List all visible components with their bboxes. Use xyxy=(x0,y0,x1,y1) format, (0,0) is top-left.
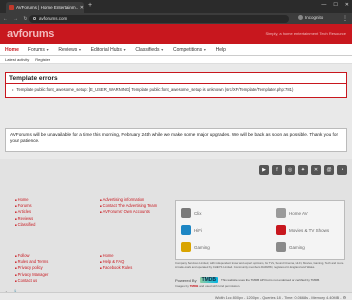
error-message-row: • Template public:font_awesome_setup: [E… xyxy=(6,84,346,95)
footer-links-legal: Follow Rules and Terms Privacy policy Pr… xyxy=(15,253,49,284)
movies-icon xyxy=(276,225,286,235)
nav-reviews[interactable]: Reviews ▼ xyxy=(58,47,81,53)
close-tab-icon[interactable]: ✕ xyxy=(80,5,84,11)
main-nav: Home Forums ▼ Reviews ▼ Editorial Hubs ▼ Cl… xyxy=(0,44,352,56)
clix-icon xyxy=(181,208,191,218)
hifi-icon xyxy=(181,225,191,235)
incognito-icon xyxy=(298,15,303,20)
site-tagline: Simply, a home entertainment Tech Resour… xyxy=(265,31,346,36)
lock-icon xyxy=(33,17,36,20)
browser-menu-icon[interactable]: ⋮ xyxy=(342,15,348,22)
youtube-icon[interactable]: ▶ xyxy=(259,165,269,175)
forward-icon[interactable]: → xyxy=(13,16,18,22)
footer-links-help: Home Help & FAQ Facebook Rules xyxy=(100,253,133,272)
x-icon[interactable]: ✕ xyxy=(311,165,321,175)
error-message: Template public:font_awesome_setup: [E_U… xyxy=(16,87,294,92)
maintenance-notice: AVForums will be unavailable for a time … xyxy=(5,128,347,152)
network-item-clix[interactable]: Clix xyxy=(181,208,202,218)
footer-link[interactable]: Facebook Rules xyxy=(100,265,133,271)
reload-icon[interactable]: ↻ xyxy=(23,16,28,22)
incognito-label: Incognito xyxy=(305,15,324,20)
minimize-icon[interactable]: — xyxy=(321,2,326,8)
nav-editorial-hubs[interactable]: Editorial Hubs ▼ xyxy=(91,47,127,53)
network-item-movies[interactable]: Movies & TV Shows xyxy=(276,225,329,235)
bullet-icon: • xyxy=(12,87,14,92)
chevron-down-icon: ▼ xyxy=(203,47,207,52)
threads-icon[interactable]: @ xyxy=(324,165,334,175)
window-controls: — ☐ ✕ xyxy=(321,2,349,8)
nav-classifieds[interactable]: Classifieds ▼ xyxy=(135,47,164,53)
site-logo[interactable]: avforums xyxy=(7,28,54,40)
bluesky-icon[interactable]: ✦ xyxy=(298,165,308,175)
footer-link[interactable]: Contact us xyxy=(15,278,48,284)
debug-status-bar: Width 1cc 800px - 1200px - Queries 18 - … xyxy=(0,292,352,300)
browser-toolbar: ← → ↻ avforums.com Incognito ⋮ xyxy=(0,13,352,24)
gaming-icon xyxy=(276,242,286,252)
subnav-latest-activity[interactable]: Latest activity xyxy=(5,57,29,62)
footer-link[interactable]: AVForums' Own Accounts xyxy=(100,209,157,215)
nav-competitions[interactable]: Competitions ▼ xyxy=(173,47,207,53)
footer-legal-text: Company Services Limited, with independe… xyxy=(175,261,345,269)
tmdb-note: Images by TMDB and used with kind permis… xyxy=(175,284,241,288)
new-tab-icon[interactable]: + xyxy=(88,2,92,9)
browser-tab-bar: AVForums | Home Entertainm... ✕ + — ☐ ✕ xyxy=(0,0,352,13)
footer: ▶ f ◎ ✦ ✕ @ ◔ Home Forums Articles Revie… xyxy=(0,159,352,300)
instagram-icon[interactable]: ◎ xyxy=(285,165,295,175)
site-header: avforums Simply, a home entertainment Te… xyxy=(0,24,352,44)
close-window-icon[interactable]: ✕ xyxy=(345,2,349,8)
tmdb-attribution: Powered By TMDB This website uses the TM… xyxy=(175,277,320,283)
sub-nav: Latest activity Register xyxy=(0,56,352,64)
network-item-gaming-2[interactable]: Gaming xyxy=(276,242,305,252)
favicon-icon xyxy=(9,5,14,10)
nav-home[interactable]: Home xyxy=(5,47,19,53)
browser-tab[interactable]: AVForums | Home Entertainm... ✕ xyxy=(6,2,84,13)
facebook-icon[interactable]: f xyxy=(272,165,282,175)
tab-title: AVForums | Home Entertainm... xyxy=(15,5,78,10)
address-bar[interactable]: avforums.com xyxy=(29,14,289,23)
rss-icon[interactable]: ◔ xyxy=(337,165,347,175)
template-error-block: Template errors • Template public:font_a… xyxy=(5,72,347,98)
maximize-icon[interactable]: ☐ xyxy=(333,2,337,8)
footer-links-advertising: Advertising information Contact The Adve… xyxy=(100,197,157,216)
footer-link[interactable]: Classified xyxy=(15,222,36,228)
gaming-icon xyxy=(181,242,191,252)
nav-help[interactable]: Help xyxy=(216,47,226,53)
url-text: avforums.com xyxy=(39,16,68,21)
subnav-register[interactable]: Register xyxy=(35,57,50,62)
nav-forums[interactable]: Forums ▼ xyxy=(28,47,49,53)
page: avforums Simply, a home entertainment Te… xyxy=(0,24,352,300)
social-links: ▶ f ◎ ✦ ✕ @ ◔ xyxy=(259,165,347,175)
chevron-down-icon: ▼ xyxy=(45,47,50,52)
chevron-down-icon: ▼ xyxy=(160,47,164,52)
footer-links-main: Home Forums Articles Reviews Classified xyxy=(15,197,36,228)
tmdb-logo[interactable]: TMDB xyxy=(199,277,219,283)
error-title: Template errors xyxy=(6,73,346,84)
incognito-indicator[interactable]: Incognito xyxy=(298,15,323,20)
chevron-down-icon: ▼ xyxy=(78,47,82,52)
footer-link[interactable]: Reviews xyxy=(15,216,35,222)
footer-link[interactable]: Privacy Manager xyxy=(15,272,49,278)
network-item-hifi[interactable]: HiFi xyxy=(181,225,202,235)
status-text: Width 1cc 800px - 1200px - Queries 18 - … xyxy=(214,295,346,300)
network-sites-box: Clix Home AV HiFi Movies & TV Shows Gami… xyxy=(175,200,345,260)
chevron-down-icon: ▼ xyxy=(122,47,127,52)
back-icon[interactable]: ← xyxy=(3,16,8,22)
network-item-gaming[interactable]: Gaming xyxy=(181,242,210,252)
network-item-home-av[interactable]: Home AV xyxy=(276,208,308,218)
home-av-icon xyxy=(276,208,286,218)
